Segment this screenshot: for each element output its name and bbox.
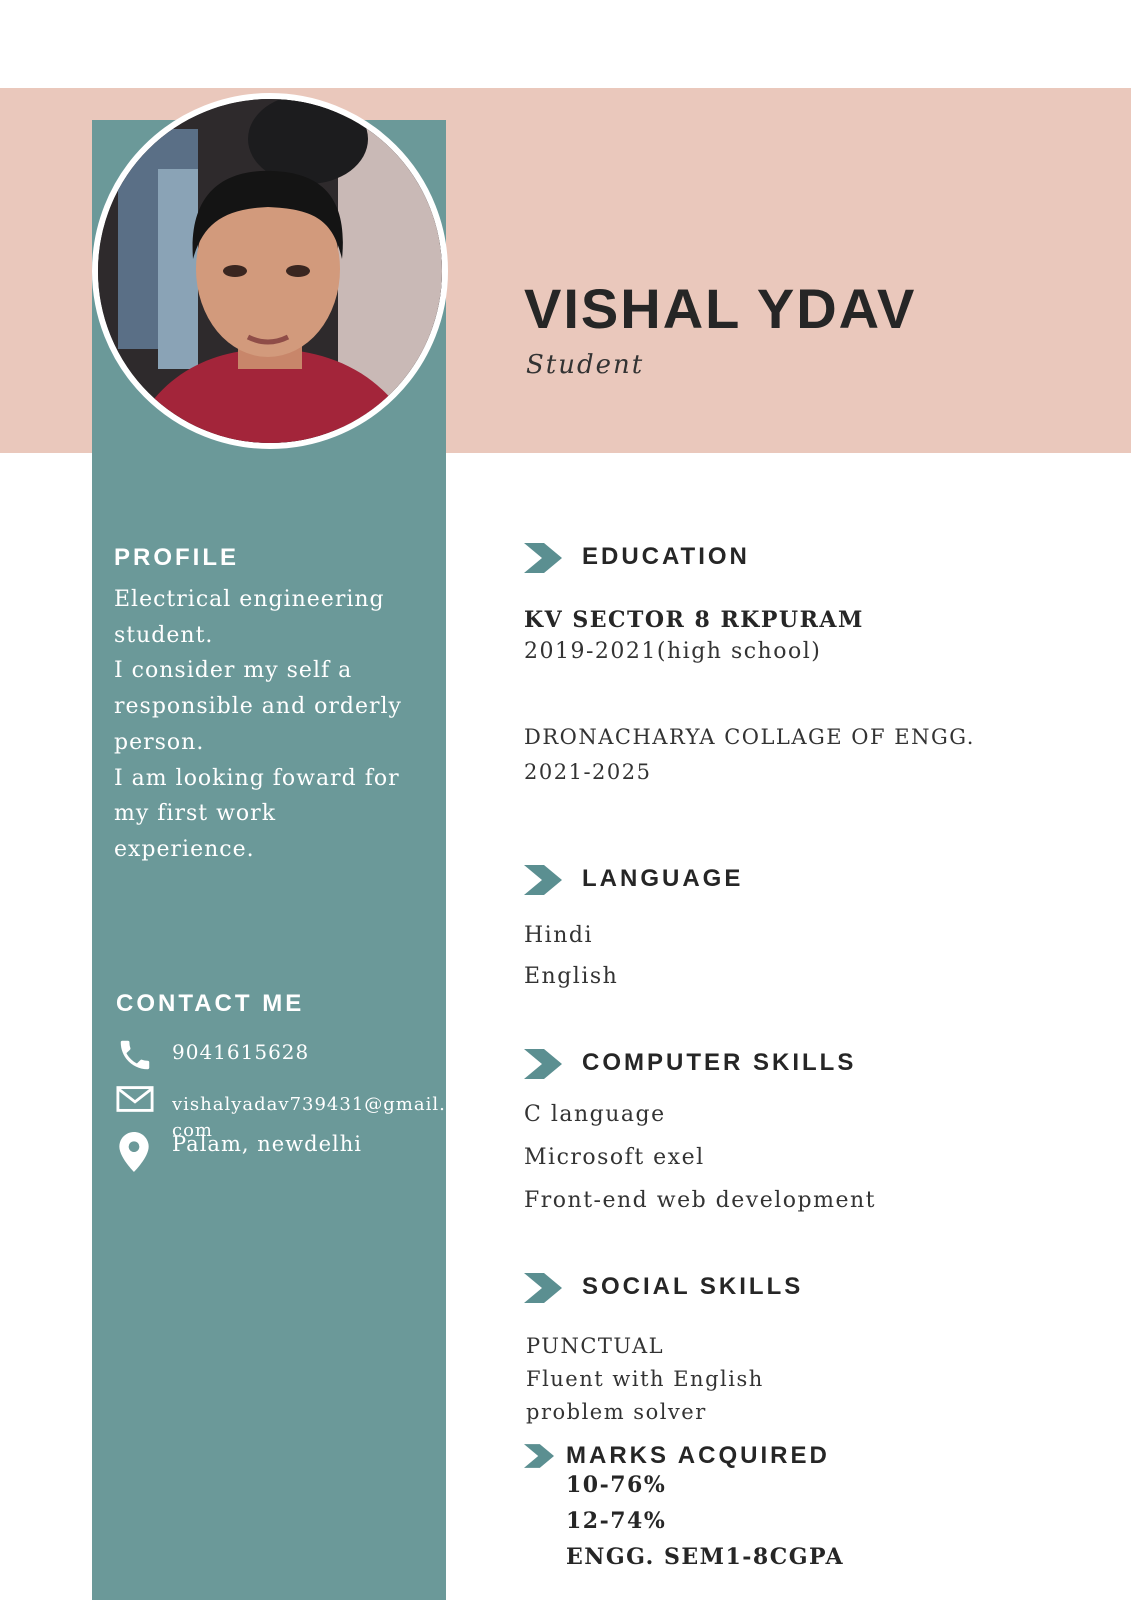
computer-skill-item: Front-end web development	[524, 1188, 876, 1213]
education-years-1: 2019-2021(high school)	[524, 639, 822, 664]
education-years-2: 2021-2025	[524, 760, 652, 784]
social-skill-item: problem solver	[526, 1400, 707, 1424]
map-pin-icon	[118, 1132, 150, 1172]
social-skill-item: PUNCTUAL	[526, 1334, 665, 1358]
chevron-right-icon	[524, 1273, 562, 1303]
computer-skills-heading: COMPUTER SKILLS	[582, 1049, 857, 1076]
profile-line: responsible and orderly	[114, 694, 402, 720]
language-item: English	[524, 964, 619, 989]
language-heading: LANGUAGE	[582, 865, 744, 892]
profile-line: experience.	[114, 836, 255, 862]
envelope-icon	[116, 1084, 154, 1114]
address-text: Palam, newdelhi	[172, 1132, 362, 1156]
profile-text: Electrical engineering student. I consid…	[114, 582, 414, 868]
marks-item: ENGG. SEM1-8CGPA	[566, 1544, 845, 1570]
social-skill-item: Fluent with English	[526, 1367, 764, 1391]
language-item: Hindi	[524, 923, 594, 948]
profile-heading: PROFILE	[114, 544, 240, 571]
profile-line: Electrical engineering	[114, 587, 385, 612]
profile-line: I am looking foward for	[114, 765, 400, 791]
phone-icon	[116, 1036, 154, 1074]
marks-item: 12-74%	[566, 1508, 667, 1534]
chevron-right-icon	[524, 865, 562, 895]
marks-item: 10-76%	[566, 1472, 667, 1498]
phone-number[interactable]: 9041615628	[172, 1040, 309, 1064]
contact-heading: CONTACT ME	[116, 990, 305, 1017]
profile-photo	[92, 93, 448, 449]
candidate-role: Student	[526, 350, 645, 380]
chevron-right-icon	[524, 543, 562, 573]
computer-skill-item: Microsoft exel	[524, 1145, 705, 1170]
profile-line: my first work	[114, 801, 277, 827]
profile-line: I consider my self a	[114, 658, 353, 684]
education-heading: EDUCATION	[582, 543, 750, 570]
education-school-1: KV SECTOR 8 RKPURAM	[524, 607, 864, 633]
chevron-right-icon	[524, 1049, 562, 1079]
marks-heading: MARKS ACQUIRED	[566, 1442, 830, 1469]
profile-line: person.	[114, 729, 205, 755]
computer-skill-item: C language	[524, 1102, 666, 1127]
chevron-right-icon	[524, 1444, 554, 1468]
profile-line: student.	[114, 622, 214, 648]
education-school-2: DRONACHARYA COLLAGE OF ENGG.	[524, 725, 975, 749]
candidate-name: VISHAL YDAV	[524, 277, 917, 340]
social-skills-heading: SOCIAL SKILLS	[582, 1273, 804, 1300]
